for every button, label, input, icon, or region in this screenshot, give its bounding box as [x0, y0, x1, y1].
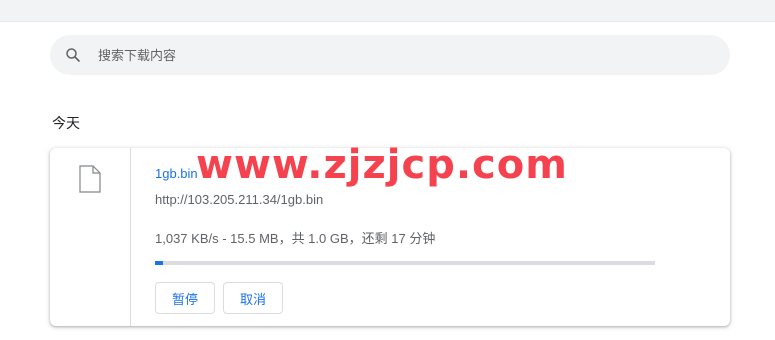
file-icon	[79, 165, 101, 193]
search-bar[interactable]	[50, 35, 730, 75]
progress-bar-fill	[155, 261, 163, 265]
search-icon[interactable]	[64, 46, 82, 64]
date-section-label: 今天	[52, 115, 80, 131]
search-input[interactable]	[96, 46, 656, 64]
file-name-link[interactable]: 1gb.bin	[155, 166, 198, 181]
pause-button[interactable]: 暂停	[155, 282, 215, 314]
top-toolbar	[0, 0, 775, 22]
watermark-text: www.zjzjcp.com	[196, 142, 568, 188]
download-progress-text: 1,037 KB/s - 15.5 MB，共 1.0 GB，还剩 17 分钟	[155, 231, 436, 246]
file-url: http://103.205.211.34/1gb.bin	[155, 192, 324, 207]
cancel-button[interactable]: 取消	[223, 282, 283, 314]
progress-bar	[155, 261, 655, 265]
card-divider	[130, 148, 131, 326]
